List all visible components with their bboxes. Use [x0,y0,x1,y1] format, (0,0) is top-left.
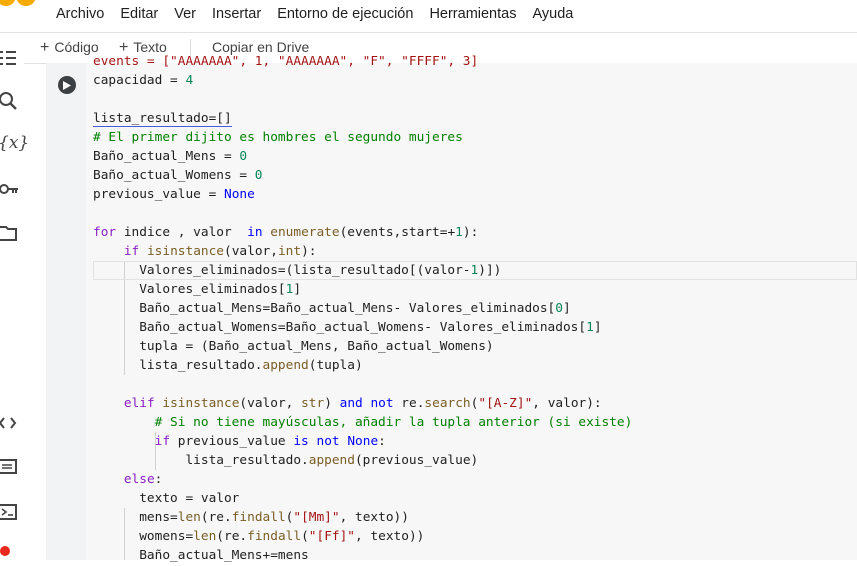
menu-bar: Archivo Editar Ver Insertar Entorno de e… [56,0,589,28]
search-icon[interactable] [0,91,20,111]
terminal-icon[interactable] [0,502,20,522]
code-line: lista_resultado.append(previous_value) [93,453,479,468]
menu-editar[interactable]: Editar [120,6,158,22]
code-line: Baño_actual_Mens+=mens [93,548,309,563]
left-sidebar: {x} [0,51,29,561]
cell-gutter [46,63,86,560]
code-line: Valores_eliminados[1] [93,282,302,297]
code-line: Baño_actual_Womens = 0 [93,168,263,183]
plus-icon: + [40,39,50,56]
colab-logo [0,0,40,6]
code-line: previous_value = None [93,187,255,202]
variables-icon[interactable]: {x} [0,133,29,153]
code-line: lista_resultado.append(tupla) [93,358,363,373]
code-token: lista_resultado=[] [93,111,232,127]
code-line: else: [123,472,163,487]
menu-insertar[interactable]: Insertar [212,6,261,22]
code-line: # El primer dijito es hombres el segundo… [93,130,463,145]
code-line: elif isinstance(valor, str) and not re.s… [123,396,602,411]
code-line: if previous_value is not None: [154,434,386,449]
code-line: events = ["AAAAAAA", 1, "AAAAAAA", "F", … [93,54,479,69]
code-line: if isinstance(valor,int): [123,244,317,259]
code-line: Baño_actual_Womens=Baño_actual_Womens- V… [93,320,602,335]
add-code-button[interactable]: + Código [40,39,99,57]
menu-archivo[interactable]: Archivo [56,6,104,22]
code-editor[interactable]: events = ["AAAAAAA", 1, "AAAAAAA", "F", … [93,52,632,565]
menu-ayuda[interactable]: Ayuda [532,6,573,22]
play-icon [63,80,71,90]
code-line: Valores_eliminados=(lista_resultado[(val… [93,263,502,278]
code-line: mens=len(re.findall("[Mm]", texto)) [93,510,409,525]
menu-herramientas[interactable]: Herramientas [429,6,516,22]
code-line: lista_resultado=[] [93,109,632,128]
code-line: tupla = (Baño_actual_Mens, Baño_actual_W… [93,339,494,354]
key-icon[interactable] [0,180,20,200]
code-line: Baño_actual_Mens = 0 [93,149,248,164]
command-palette-icon[interactable] [0,457,20,477]
code-line: Baño_actual_Mens=Baño_actual_Mens- Valor… [93,301,571,316]
status-dot-icon [0,541,20,561]
run-cell-button[interactable] [58,76,76,94]
code-line: texto = valor [93,491,240,506]
code-line: capacidad = 4 [93,73,194,88]
menu-entorno-de-ejecucion[interactable]: Entorno de ejecución [277,6,413,22]
menu-ver[interactable]: Ver [174,6,196,22]
code-line: # Si no tiene mayúsculas, añadir la tupl… [93,415,633,430]
folder-icon[interactable] [0,223,20,243]
code-line: womens=len(re.findall("[Ff]", texto)) [93,529,425,544]
table-of-contents-icon[interactable] [0,48,20,68]
code-line: for indice , valor in enumerate(events,s… [93,225,479,240]
code-snippets-icon[interactable] [0,414,20,434]
